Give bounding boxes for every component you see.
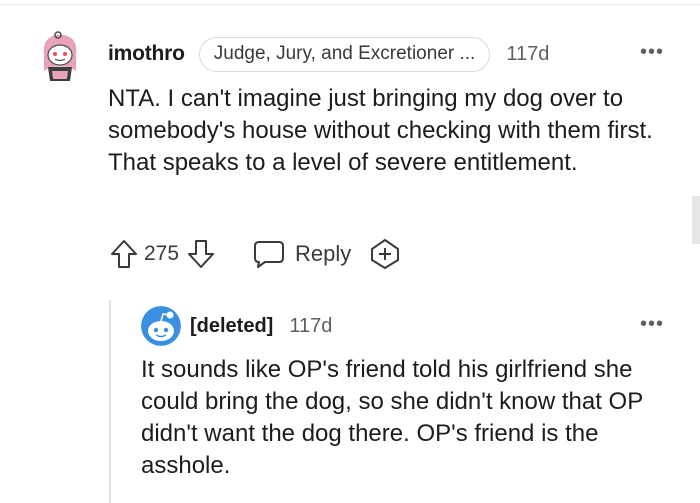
upvote-icon (111, 240, 137, 268)
reply-label: Reply (295, 241, 352, 266)
downvote-button[interactable] (187, 239, 215, 269)
award-button[interactable] (369, 238, 401, 270)
comment-header: imothro Judge, Jury, and Excretioner ...… (108, 36, 549, 72)
scrollbar-thumb[interactable] (692, 196, 700, 244)
comment-body: NTA. I can't imagine just bringing my do… (108, 85, 653, 176)
user-flair: Judge, Jury, and Excretioner ... (198, 36, 491, 72)
user-avatar[interactable] (38, 31, 82, 83)
vote-count: 275 (144, 242, 180, 265)
reply-more-options-icon[interactable]: ••• (640, 314, 664, 334)
top-divider (0, 4, 700, 5)
username[interactable]: imothro (108, 42, 185, 66)
reply-icon (254, 241, 285, 268)
deleted-user-avatar (141, 306, 181, 346)
comment-age[interactable]: 117d (506, 43, 549, 66)
upvote-button[interactable] (110, 239, 138, 269)
reply-body: It sounds like OP's friend told his girl… (141, 356, 643, 479)
comment-actions: 275 Reply (110, 236, 401, 272)
reply-header: [deleted] 117d (190, 311, 332, 341)
snoo-default-icon (141, 306, 181, 346)
reply-age[interactable]: 117d (289, 315, 332, 338)
thread-line[interactable] (109, 300, 111, 503)
reply-button[interactable]: Reply (253, 239, 351, 269)
downvote-icon (188, 240, 215, 268)
snoo-avatar-icon (43, 31, 77, 81)
more-options-icon[interactable]: ••• (640, 42, 664, 62)
reply-username: [deleted] (190, 314, 274, 337)
award-plus-icon (371, 239, 400, 269)
